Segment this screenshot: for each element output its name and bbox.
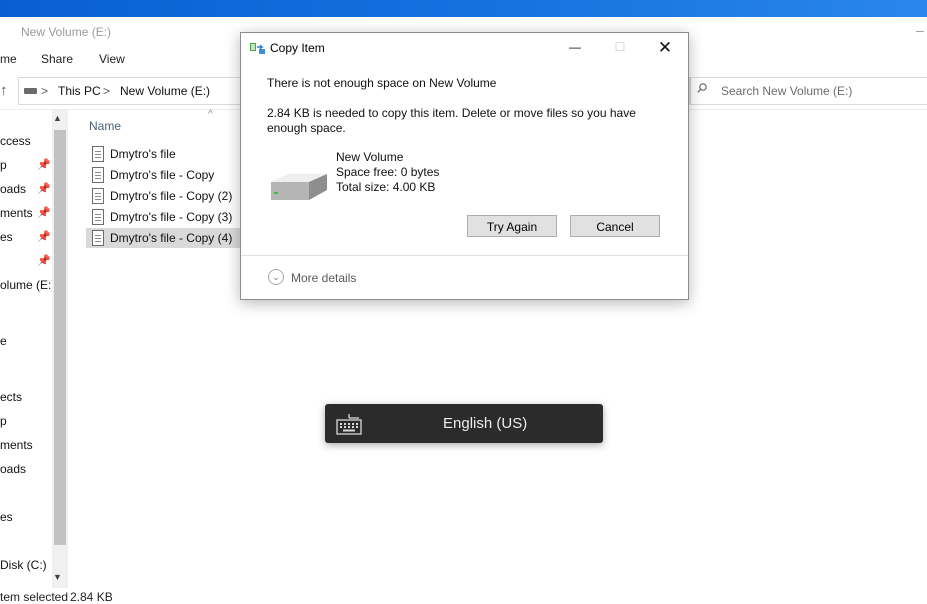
breadcrumb-this-pc[interactable]: This PC [58,84,101,98]
status-selection-size: 2.84 KB [70,590,113,604]
drive-icon [271,174,327,200]
status-bar: tem selected 2.84 KB [0,588,927,604]
file-name: Dmytro's file - Copy (4) [110,231,233,245]
drive-icon [24,88,37,94]
desktop-background [0,0,927,17]
file-icon [92,167,104,183]
nav-item-documents-pc[interactable]: ments [0,438,33,452]
breadcrumb-new-volume[interactable]: New Volume (E:) [120,84,210,98]
file-icon [92,209,104,225]
window-title: New Volume (E:) [21,25,112,39]
nav-scrollbar-thumb[interactable] [54,130,66,545]
keyboard-icon [336,414,362,435]
close-icon: ✕ [657,38,673,57]
drive-total-size: Total size: 4.00 KB [336,180,436,194]
nav-item-onedrive[interactable]: e [0,334,7,348]
maximize-icon: ☐ [614,40,626,54]
nav-item-desktop[interactable]: p [0,158,7,172]
more-details-link[interactable]: More details [291,271,356,285]
breadcrumb-separator: > [41,84,49,98]
try-again-button[interactable]: Try Again [467,215,557,237]
file-icon [92,230,104,246]
pin-icon[interactable]: 📌 [37,206,51,219]
breadcrumb-separator: > [103,84,111,98]
nav-item-documents[interactable]: ments [0,206,33,220]
nav-item-local-disk[interactable]: Disk (C:) [0,558,47,572]
nav-item-desktop-pc[interactable]: p [0,414,7,428]
scroll-up-icon[interactable]: ▲ [53,113,62,123]
column-header-name[interactable]: Name [89,119,121,133]
search-placeholder: Search New Volume (E:) [721,84,853,98]
nav-item-quick-access[interactable]: ccess [0,134,31,148]
file-name: Dmytro's file [110,147,176,161]
pin-icon[interactable]: 📌 [37,254,51,267]
tab-view[interactable]: View [99,52,125,66]
close-button[interactable]: ✕ [642,33,688,62]
up-arrow-icon[interactable]: ↑ [0,83,14,99]
copy-item-dialog: Copy Item — ☐ ✕ There is not enough spac… [240,32,689,300]
file-name: Dmytro's file - Copy (3) [110,210,233,224]
search-icon [697,83,707,93]
pin-icon[interactable]: 📌 [37,230,51,243]
drive-space-free: Space free: 0 bytes [336,165,440,179]
drive-name: New Volume [336,150,404,164]
error-detail: 2.84 KB is needed to copy this item. Del… [267,106,636,135]
scroll-down-icon[interactable]: ▼ [53,572,62,582]
file-row-selected[interactable]: Dmytro's file - Copy (4) [86,228,240,248]
nav-item-new-volume[interactable]: olume (E:) [0,278,55,292]
file-row[interactable]: Dmytro's file - Copy (3) [86,207,240,227]
nav-item-downloads[interactable]: oads [0,182,26,196]
file-icon [92,146,104,162]
error-heading: There is not enough space on New Volume [267,76,497,90]
pin-icon[interactable]: 📌 [37,158,51,171]
sort-up-icon: ^ [208,109,213,120]
minimize-icon: — [569,40,581,54]
copy-icon [250,43,265,54]
dialog-title: Copy Item [270,41,325,55]
file-row[interactable]: Dmytro's file - Copy (2) [86,186,240,206]
nav-item-pictures-pc[interactable]: es [0,510,13,524]
file-row[interactable]: Dmytro's file - Copy [86,165,240,185]
search-input[interactable]: Search New Volume (E:) [690,77,927,105]
navigation-pane: ccess p oads ments es olume (E:) e ects … [0,110,68,592]
pin-icon[interactable]: 📌 [37,182,51,195]
language-switch-toast: English (US) [325,404,603,443]
status-selection-count: tem selected [0,590,69,604]
tab-home[interactable]: me [0,52,17,66]
minimize-icon[interactable]: – [916,22,924,38]
file-name: Dmytro's file - Copy (2) [110,189,233,203]
file-name: Dmytro's file - Copy [110,168,215,182]
chevron-down-icon[interactable]: ⌄ [268,269,284,285]
cancel-button[interactable]: Cancel [570,215,660,237]
language-label: English (US) [443,415,528,432]
nav-item-pictures[interactable]: es [0,230,13,244]
file-icon [92,188,104,204]
nav-item-3d-objects[interactable]: ects [0,390,22,404]
dialog-divider [241,255,688,256]
tab-share[interactable]: Share [41,52,73,66]
maximize-button: ☐ [597,33,643,62]
minimize-button[interactable]: — [552,33,598,62]
nav-item-downloads-pc[interactable]: oads [0,462,26,476]
file-row[interactable]: Dmytro's file [86,144,240,164]
